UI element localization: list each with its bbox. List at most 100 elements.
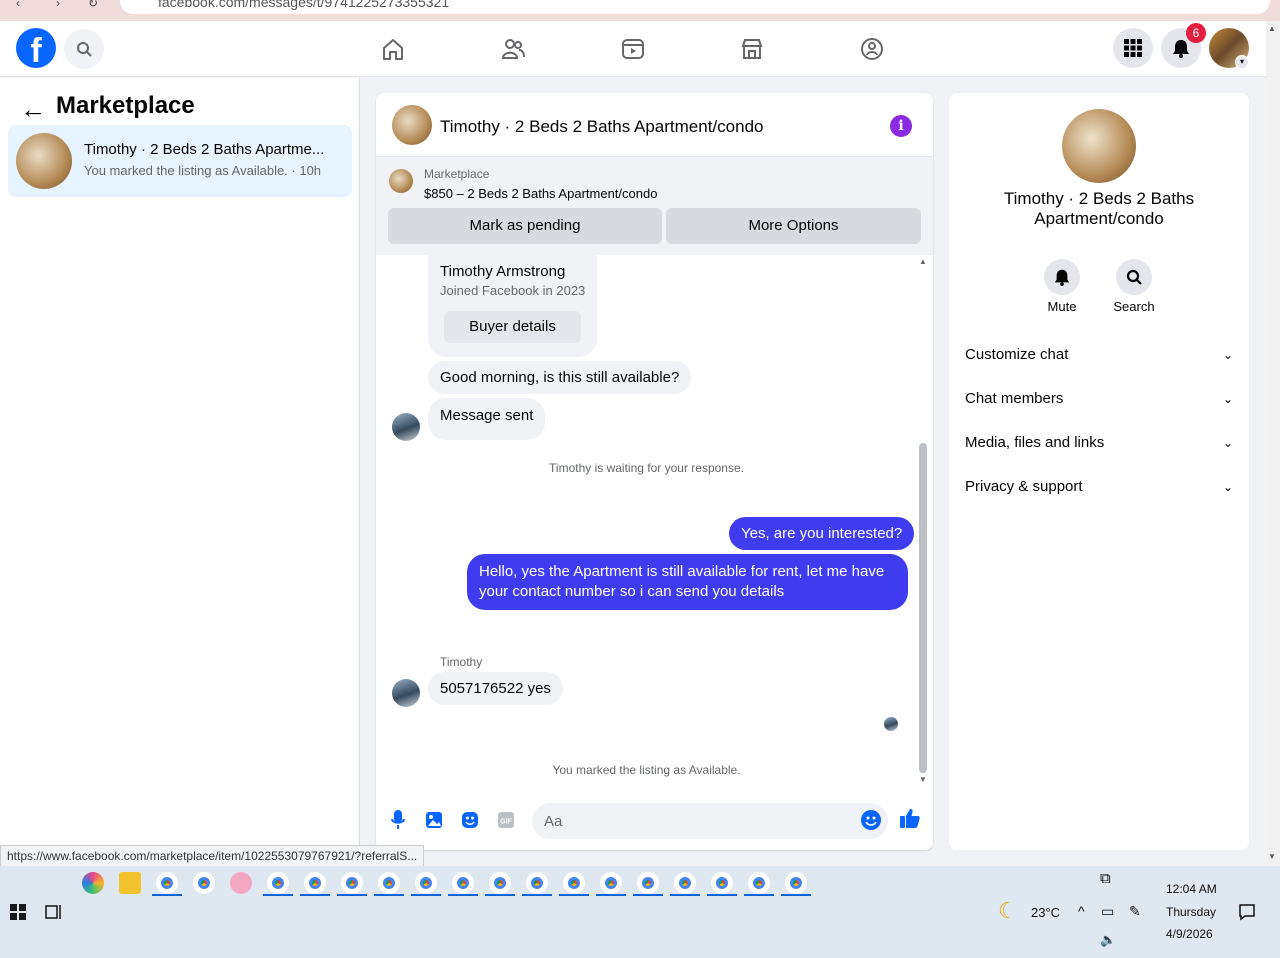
chat-members-row[interactable]: Chat members ⌄ (965, 390, 1233, 414)
scroll-up-icon[interactable]: ▲ (1268, 24, 1276, 33)
conversation-item[interactable]: Timothy · 2 Beds 2 Baths Apartme... You … (8, 125, 352, 197)
more-options-button[interactable]: More Options (666, 208, 921, 244)
chat-panel: Timothy · 2 Beds 2 Baths Apartment/condo… (376, 93, 933, 850)
mute-button[interactable] (1044, 259, 1080, 295)
mark-pending-button[interactable]: Mark as pending (388, 208, 662, 244)
link-status-tooltip: https://www.facebook.com/marketplace/ite… (0, 845, 425, 867)
message-incoming[interactable]: Good morning, is this still available? (428, 361, 692, 394)
home-icon[interactable] (379, 35, 407, 63)
sender-avatar[interactable] (392, 679, 420, 707)
active-indicator (522, 894, 552, 896)
clock-date[interactable]: 4/9/2026 (1166, 927, 1213, 941)
search-button[interactable] (64, 29, 104, 69)
paint-app-icon[interactable] (230, 872, 252, 894)
chrome-icon[interactable] (489, 872, 511, 894)
chrome-icon[interactable] (674, 872, 696, 894)
listing-category: Marketplace (424, 167, 490, 181)
search-icon (77, 42, 92, 57)
chat-details-panel: Timothy · 2 Beds 2 Baths Apartment/condo… (949, 93, 1249, 850)
section-label: Chat members (965, 390, 1064, 407)
message-incoming[interactable]: 5057176522 yes (428, 672, 563, 705)
video-icon[interactable] (619, 35, 647, 63)
back-arrow-icon[interactable]: ← (20, 94, 46, 125)
scroll-down-icon[interactable]: ▼ (919, 775, 927, 784)
bell-icon (1054, 269, 1070, 286)
chrome-icon[interactable] (304, 872, 326, 894)
buyer-details-button[interactable]: Buyer details (444, 311, 581, 343)
chrome-icon[interactable] (711, 872, 733, 894)
facebook-logo-icon[interactable]: f (16, 28, 56, 68)
listing-photo[interactable] (1062, 109, 1136, 183)
groups-icon[interactable] (858, 35, 886, 63)
chrome-icon[interactable] (748, 872, 770, 894)
chrome-icon[interactable] (637, 872, 659, 894)
marketplace-icon[interactable] (738, 35, 766, 63)
chrome-icon[interactable] (452, 872, 474, 894)
chrome-icon[interactable] (267, 872, 289, 894)
chrome-icon[interactable] (563, 872, 585, 894)
task-view-icon[interactable] (45, 903, 63, 921)
chrome-icon[interactable] (600, 872, 622, 894)
buyer-name: Timothy Armstrong (440, 263, 566, 280)
svg-text:GIF: GIF (500, 819, 512, 826)
message-outgoing[interactable]: Yes, are you interested? (729, 517, 915, 550)
sender-avatar[interactable] (392, 413, 420, 441)
network-icon[interactable]: ▭ (1101, 903, 1114, 920)
like-thumb-icon[interactable] (899, 807, 921, 829)
chevron-up-icon[interactable]: ^ (1078, 903, 1085, 919)
media-files-links-row[interactable]: Media, files and links ⌄ (965, 434, 1233, 458)
scroll-up-icon[interactable]: ▲ (919, 257, 927, 266)
weather-temp[interactable]: 23°C (1031, 905, 1060, 920)
message-composer: GIF Aa (376, 795, 933, 847)
chevron-down-icon: ⌄ (1222, 392, 1233, 406)
chrome-icon[interactable] (415, 872, 437, 894)
copilot-icon[interactable] (82, 872, 104, 894)
page-scrollbar[interactable] (1266, 21, 1280, 866)
seen-indicator-avatar (884, 717, 898, 731)
chrome-icon[interactable] (341, 872, 363, 894)
photo-icon[interactable] (423, 809, 445, 831)
menu-grid-button[interactable] (1113, 28, 1153, 68)
privacy-support-row[interactable]: Privacy & support ⌄ (965, 478, 1233, 502)
listing-status-note: You marked the listing as Available. (552, 763, 741, 777)
chevron-down-icon[interactable]: ▾ (1235, 55, 1249, 69)
message-outgoing[interactable]: Hello, yes the Apartment is still availa… (467, 554, 908, 610)
customize-chat-row[interactable]: Customize chat ⌄ (965, 346, 1233, 370)
microphone-icon[interactable] (387, 809, 409, 831)
friends-icon[interactable] (499, 35, 527, 63)
windows-start-icon[interactable] (10, 904, 26, 920)
pen-icon[interactable]: ✎ (1129, 903, 1141, 920)
chat-title[interactable]: Timothy · 2 Beds 2 Baths Apartment/condo (440, 117, 763, 137)
sticker-icon[interactable] (459, 809, 481, 831)
chrome-icon[interactable] (156, 872, 178, 894)
listing-thumbnail[interactable] (389, 169, 413, 193)
scroll-down-icon[interactable]: ▼ (1268, 852, 1276, 861)
weather-moon-icon[interactable]: ☾ (998, 898, 1018, 924)
chrome-icon[interactable] (193, 872, 215, 894)
clock-day[interactable]: Thursday (1166, 905, 1216, 919)
chat-scrollbar-thumb[interactable] (919, 443, 927, 773)
listing-price-title[interactable]: $850 – 2 Beds 2 Baths Apartment/condo (424, 186, 657, 201)
tray-pen-icon[interactable]: ⧉ (1100, 870, 1111, 887)
clock-time[interactable]: 12:04 AM (1166, 882, 1217, 896)
volume-icon[interactable]: 🔈 (1100, 932, 1116, 948)
notification-center-icon[interactable] (1238, 903, 1256, 921)
chat-thumbnail[interactable] (392, 105, 432, 145)
address-bar-text[interactable]: facebook.com/messages/t/9741225273355321 (158, 0, 449, 10)
message-input[interactable] (532, 803, 888, 839)
chrome-icon[interactable] (378, 872, 400, 894)
active-indicator (781, 894, 811, 896)
chevron-down-icon: ⌄ (1222, 480, 1233, 494)
message-input-placeholder[interactable]: Aa (544, 813, 562, 830)
chrome-icon[interactable] (526, 872, 548, 894)
emoji-icon[interactable] (860, 809, 882, 831)
file-explorer-icon[interactable] (119, 872, 141, 894)
gif-icon[interactable]: GIF (495, 809, 517, 831)
chrome-icon[interactable] (785, 872, 807, 894)
reload-icon[interactable]: ↻ (88, 0, 98, 10)
back-arrow-icon[interactable]: ‹ (16, 0, 20, 10)
search-in-chat-button[interactable] (1116, 259, 1152, 295)
message-incoming[interactable]: Message sent (428, 398, 546, 440)
info-icon[interactable]: i (890, 115, 912, 137)
forward-arrow-icon[interactable]: › (56, 0, 60, 10)
